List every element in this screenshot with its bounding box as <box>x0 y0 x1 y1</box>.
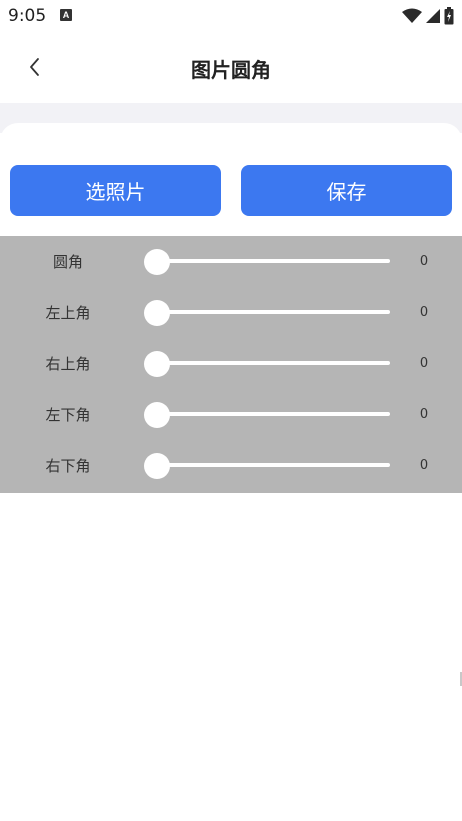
slider-track[interactable] <box>157 259 390 263</box>
slider-track[interactable] <box>157 310 390 314</box>
slider-value: 0 <box>419 458 429 473</box>
slider-track[interactable] <box>157 463 390 467</box>
slider-panel: 圆角 0 左上角 0 右上角 0 左下角 0 右下角 0 <box>0 236 462 493</box>
slider-thumb[interactable] <box>144 402 170 428</box>
slider-track[interactable] <box>157 361 390 365</box>
slider-value: 0 <box>419 254 429 269</box>
slider-row-radius: 圆角 0 <box>0 236 462 287</box>
slider-value: 0 <box>419 356 429 371</box>
slider-row-bottom-left: 左下角 0 <box>0 389 462 440</box>
slider-row-bottom-right: 右下角 0 <box>0 440 462 491</box>
slider-label: 左上角 <box>45 304 91 322</box>
signal-icon <box>426 9 440 23</box>
status-time: 9:05 <box>8 6 47 26</box>
slider-thumb[interactable] <box>144 300 170 326</box>
slider-label: 圆角 <box>52 253 83 271</box>
page-title: 图片圆角 <box>191 58 271 82</box>
status-icons <box>402 7 454 25</box>
screen: 9:05 A 图片圆角 选照片 保存 圆角 0 左上角 0 右上角 0 左下角 … <box>0 0 462 821</box>
slider-value: 0 <box>419 305 429 320</box>
title-bar: 图片圆角 <box>0 32 462 103</box>
slider-label: 右上角 <box>45 355 91 373</box>
slider-thumb[interactable] <box>144 249 170 275</box>
battery-icon <box>444 7 454 25</box>
slider-value: 0 <box>419 407 429 422</box>
slider-thumb[interactable] <box>144 351 170 377</box>
wifi-icon <box>402 8 422 23</box>
pick-photo-button[interactable]: 选照片 <box>10 165 221 216</box>
slider-label: 右下角 <box>45 457 91 475</box>
notification-badge: A <box>60 9 72 21</box>
slider-track[interactable] <box>157 412 390 416</box>
slider-row-top-left: 左上角 0 <box>0 287 462 338</box>
slider-thumb[interactable] <box>144 453 170 479</box>
slider-row-top-right: 右上角 0 <box>0 338 462 389</box>
status-bar: 9:05 A <box>0 0 462 32</box>
save-button[interactable]: 保存 <box>241 165 452 216</box>
action-card: 选照片 保存 <box>0 123 462 236</box>
slider-label: 左下角 <box>45 406 91 424</box>
